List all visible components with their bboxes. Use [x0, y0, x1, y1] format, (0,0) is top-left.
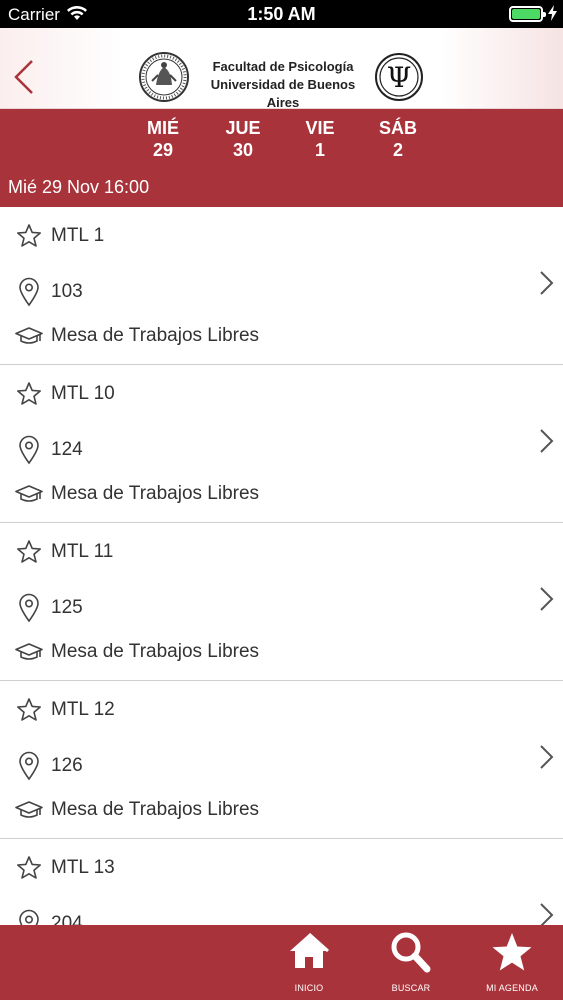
location-pin-icon [14, 751, 44, 781]
list-item[interactable]: MTL 12 126 Mesa de Trabajos Libres [0, 681, 563, 839]
day-number: 30 [232, 140, 254, 160]
tab-label: BUSCAR [391, 983, 431, 993]
search-icon [371, 931, 451, 975]
star-outline-icon[interactable] [14, 223, 44, 249]
session-type: Mesa de Trabajos Libres [51, 799, 260, 820]
chevron-right-icon [537, 269, 555, 302]
chevron-right-icon [537, 427, 555, 460]
chevron-right-icon [537, 743, 555, 776]
tab-buscar[interactable]: BUSCAR [371, 931, 451, 993]
session-type: Mesa de Trabajos Libres [51, 483, 260, 504]
status-bar: Carrier 1:50 AM [0, 0, 563, 28]
location-pin-icon [14, 277, 44, 307]
psychology-logo: Ψ [374, 52, 424, 102]
day-selector: MIÉ 29 JUE 30 VIE 1 SÁB 2 [0, 109, 563, 167]
bottom-tab-bar: INICIO BUSCAR MI AGENDA [0, 925, 563, 1000]
graduation-cap-icon [14, 484, 44, 504]
tab-inicio[interactable]: INICIO [269, 931, 349, 993]
session-room: 125 [51, 597, 83, 618]
star-outline-icon[interactable] [14, 855, 44, 881]
day-tab-fri[interactable]: VIE 1 [288, 117, 352, 161]
day-number: 1 [314, 140, 325, 160]
svg-text:Ψ: Ψ [387, 61, 412, 94]
charging-bolt-icon [548, 5, 557, 26]
chevron-left-icon [14, 60, 33, 94]
star-outline-icon[interactable] [14, 381, 44, 407]
session-room: 124 [51, 439, 83, 460]
graduation-cap-icon [14, 326, 44, 346]
title-line-2: Universidad de Buenos Aires [210, 77, 356, 110]
session-title: MTL 1 [51, 225, 105, 246]
star-icon [472, 931, 552, 975]
location-pin-icon [14, 593, 44, 623]
day-label: JUE [225, 118, 261, 138]
day-label: VIE [305, 118, 335, 138]
uba-seal-logo [138, 51, 190, 103]
tab-label: INICIO [294, 983, 324, 993]
list-item[interactable]: MTL 1 103 Mesa de Trabajos Libres [0, 207, 563, 365]
chevron-right-icon [537, 585, 555, 618]
day-label: MIÉ [146, 118, 179, 138]
location-pin-icon [14, 909, 44, 925]
day-number: 2 [392, 140, 403, 160]
session-list: MTL 1 103 Mesa de Trabajos Libres MTL 10… [0, 207, 563, 925]
day-tab-sat[interactable]: SÁB 2 [366, 117, 430, 161]
star-outline-icon[interactable] [14, 697, 44, 723]
day-tab-wed[interactable]: MIÉ 29 [131, 117, 195, 161]
day-label: SÁB [378, 118, 417, 138]
app-header: Facultad de Psicología Universidad de Bu… [0, 28, 563, 112]
graduation-cap-icon [14, 800, 44, 820]
tab-mi-agenda[interactable]: MI AGENDA [472, 931, 552, 993]
list-item[interactable]: MTL 10 124 Mesa de Trabajos Libres [0, 365, 563, 523]
list-item[interactable]: MTL 13 204 [0, 839, 563, 925]
institution-title: Facultad de Psicología Universidad de Bu… [198, 58, 368, 112]
home-icon [269, 931, 349, 975]
back-button[interactable] [10, 58, 36, 101]
clock: 1:50 AM [247, 4, 316, 24]
chevron-right-icon [537, 901, 555, 925]
session-title: MTL 13 [51, 857, 115, 878]
day-number: 29 [152, 140, 174, 160]
section-date-header: Mié 29 Nov 16:00 [0, 167, 563, 207]
session-title: MTL 12 [51, 699, 115, 720]
day-tab-thu[interactable]: JUE 30 [211, 117, 275, 161]
tab-label: MI AGENDA [486, 983, 538, 993]
session-room: 103 [51, 281, 83, 302]
session-type: Mesa de Trabajos Libres [51, 641, 260, 662]
battery-icon [509, 6, 546, 22]
star-outline-icon[interactable] [14, 539, 44, 565]
title-line-1: Facultad de Psicología [212, 59, 354, 74]
session-type: Mesa de Trabajos Libres [51, 325, 260, 346]
list-item[interactable]: MTL 11 125 Mesa de Trabajos Libres [0, 523, 563, 681]
location-pin-icon [14, 435, 44, 465]
session-title: MTL 10 [51, 383, 115, 404]
session-room: 204 [51, 913, 83, 925]
session-room: 126 [51, 755, 83, 776]
session-title: MTL 11 [51, 541, 114, 562]
graduation-cap-icon [14, 642, 44, 662]
